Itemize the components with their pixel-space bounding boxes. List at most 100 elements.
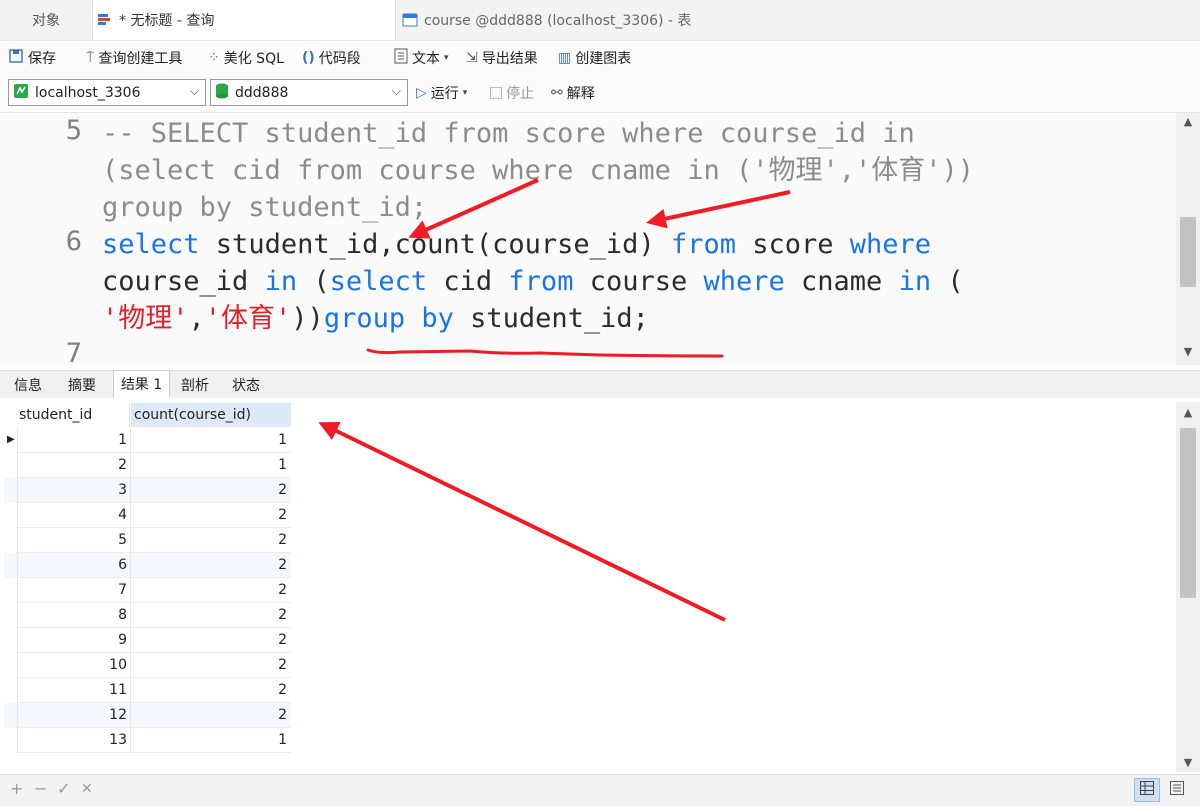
grid-cell[interactable]: 2 [131,603,291,628]
sql-keyword: in [898,266,932,297]
grid-cell[interactable]: 5 [16,528,131,553]
grid-cell[interactable]: 7 [16,578,131,603]
scroll-up-icon[interactable]: ▲ [1176,115,1200,133]
table-row[interactable]: 32 [4,478,291,503]
run-label: 运行 [430,86,459,102]
create-chart-button[interactable]: ▥ 创建图表 [558,41,631,75]
sql-text: ( [931,266,964,297]
export-results-button[interactable]: ⇲ 导出结果 [466,41,538,75]
grid-cell[interactable]: 13 [16,728,131,753]
grid-cell[interactable]: 2 [131,503,291,528]
tab-query-label: * 无标题 - 查询 [119,13,215,29]
table-row[interactable]: 62 [4,553,291,578]
editor-scrollbar[interactable]: ▲ ▼ [1176,113,1200,365]
tab-query[interactable]: * 无标题 - 查询 [92,0,396,40]
table-row[interactable]: 42 [4,503,291,528]
grid-cell[interactable]: 2 [131,528,291,553]
tab-objects[interactable]: 对象 [0,0,92,40]
grid-cell[interactable]: 10 [16,653,131,678]
grid-cell[interactable]: 9 [16,628,131,653]
text-button[interactable]: 文本 ▾ [394,41,449,75]
save-icon [8,48,24,68]
column-header-label: count(course_id) [134,407,251,423]
stop-button[interactable]: 停止 [490,76,534,110]
table-row[interactable]: 72 [4,578,291,603]
grid-cell[interactable]: 2 [131,578,291,603]
scrollbar-thumb[interactable] [1180,217,1196,287]
stop-icon [490,87,502,99]
grid-scrollbar[interactable]: ▲ ▼ [1176,402,1200,772]
form-view-button[interactable] [1164,778,1190,802]
grid-cell[interactable]: 3 [16,478,131,503]
text-label: 文本 [412,51,440,67]
tab-info[interactable]: 信息 [4,371,52,398]
grid-cell[interactable]: 2 [131,628,291,653]
text-icon [394,48,408,68]
tab-profile-label: 剖析 [181,377,209,394]
grid-cell[interactable]: 12 [16,703,131,728]
scroll-down-icon[interactable]: ▼ [1176,756,1200,774]
table-row[interactable]: ▶ 1 1 [4,428,291,453]
code-line: -- SELECT student_id from score where co… [102,118,915,149]
tab-status[interactable]: 状态 [222,371,270,398]
result-grid[interactable]: student_id count(course_id) ▶ 1 1 2 1 3 2 4 2 5 2 6… [0,398,1200,774]
table-row[interactable]: 92 [4,628,291,653]
table-row[interactable]: 21 [4,453,291,478]
add-record-button[interactable]: + [10,779,23,798]
tab-result-1-label: 结果 1 [120,377,163,393]
sql-text: course [573,266,704,297]
apply-changes-button[interactable]: ✓ [57,779,70,798]
tab-summary-label: 摘要 [68,377,96,394]
grid-cell[interactable]: 1 [16,428,131,453]
discard-changes-button[interactable]: ✕ [81,781,93,797]
beautify-sql-button[interactable]: ⁘ 美化 SQL [208,41,284,75]
grid-cell[interactable]: 2 [131,653,291,678]
table-row[interactable]: 52 [4,528,291,553]
grid-cell[interactable]: 2 [16,453,131,478]
grid-cell[interactable]: 2 [131,478,291,503]
table-row[interactable]: 12 2 [4,703,291,728]
run-dropdown-icon: ▾ [462,88,468,98]
column-header[interactable]: student_id [16,403,130,427]
column-header[interactable]: count(course_id) [131,403,291,427]
save-button[interactable]: 保存 [8,41,56,75]
grid-cell[interactable]: 11 [16,678,131,703]
table-row[interactable]: 82 [4,603,291,628]
delete-record-button[interactable]: − [34,779,47,798]
grid-cell[interactable]: 8 [16,603,131,628]
tab-profile[interactable]: 剖析 [171,371,219,398]
tab-table-label: course @ddd888 (localhost_3306) - 表 [424,13,692,29]
run-button[interactable]: ▷ 运行 ▾ [416,76,467,110]
grid-cell[interactable]: 6 [16,553,131,578]
scroll-down-icon[interactable]: ▼ [1176,345,1200,363]
tab-result-1[interactable]: 结果 1 [113,370,170,398]
explain-button[interactable]: ⚯ 解释 [551,76,595,110]
sql-text: course_id [102,266,265,297]
grid-cell[interactable]: 2 [131,703,291,728]
sql-keyword: select [329,266,428,297]
snippet-button[interactable]: () 代码段 [302,41,361,75]
table-row[interactable]: 10 2 [4,653,291,678]
tab-info-label: 信息 [14,377,42,394]
scroll-up-icon[interactable]: ▲ [1176,406,1200,424]
grid-cell[interactable]: 4 [16,503,131,528]
scrollbar-thumb[interactable] [1180,428,1196,598]
grid-cell[interactable]: 2 [131,553,291,578]
sql-editor[interactable]: 5 -- SELECT student_id from score where … [0,113,1200,365]
grid-view-icon [1140,781,1154,799]
table-row[interactable]: 11 2 [4,678,291,703]
tab-status-label: 状态 [232,377,260,394]
grid-cell[interactable]: 1 [131,728,291,753]
tab-summary[interactable]: 摘要 [56,371,108,398]
tab-table[interactable]: course @ddd888 (localhost_3306) - 表 [398,0,718,40]
grid-cell[interactable]: 1 [131,453,291,478]
grid-cell[interactable]: 2 [131,678,291,703]
database-select[interactable]: ddd888 ⌵ [210,79,408,106]
grid-view-button[interactable] [1134,778,1160,802]
query-builder-button[interactable]: ⍑ 查询创建工具 [86,41,182,75]
grid-cell[interactable]: 1 [131,428,291,453]
table-row[interactable]: 13 1 [4,728,291,753]
server-select[interactable]: localhost_3306 ⌵ [8,79,206,106]
snippet-label: 代码段 [318,51,361,67]
tab-bar: 对象 * 无标题 - 查询 course @ddd888 (localhost_… [0,0,1200,41]
